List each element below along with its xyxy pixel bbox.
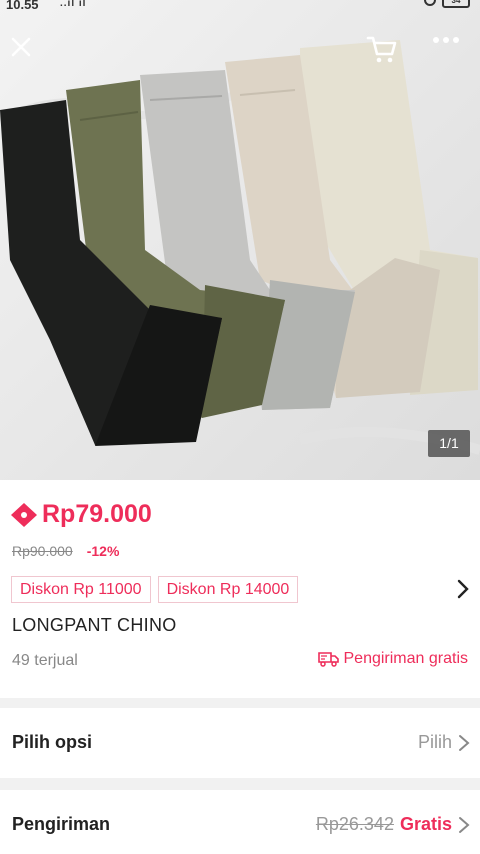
shipping-original-cost: Rp26.342	[315, 814, 394, 834]
more-options-button[interactable]	[432, 36, 474, 72]
chevron-right-icon	[459, 816, 470, 833]
chevron-right-icon	[459, 734, 470, 751]
cart-icon	[366, 36, 397, 63]
status-time: 10.55	[6, 0, 39, 12]
product-price: Rp79.000	[42, 500, 152, 528]
cart-button[interactable]	[366, 34, 408, 74]
voucher-badge[interactable]: Diskon Rp 11000	[11, 576, 151, 603]
variant-option-select: Pilih	[417, 732, 452, 752]
original-price-row: Rp90.000 -12%	[12, 543, 119, 559]
original-price: Rp90.000	[12, 543, 73, 559]
discount-percent: -12%	[86, 543, 120, 559]
product-info-card: Rp79.000 Rp90.000 -12% Diskon Rp 11000 D…	[0, 480, 480, 698]
product-title: LONGPANT CHINO	[12, 615, 177, 635]
close-button[interactable]	[10, 36, 48, 74]
variant-option-action[interactable]: Pilih	[418, 732, 470, 753]
voucher-list[interactable]: Diskon Rp 11000 Diskon Rp 14000	[11, 576, 299, 603]
truck-icon	[317, 652, 339, 667]
image-counter: 1/1	[428, 430, 470, 457]
product-image[interactable]: 1/1	[0, 0, 480, 480]
free-shipping-text: Pengiriman gratis	[343, 650, 469, 667]
voucher-badge[interactable]: Diskon Rp 14000	[157, 576, 299, 603]
signal-icon: ..ıl ıl	[60, 0, 87, 9]
free-shipping-label[interactable]: Pengiriman gratis	[317, 650, 469, 668]
status-bar: 10.55 ..ıl ıl 34	[0, 0, 480, 14]
alarm-icon	[424, 0, 436, 6]
chevron-right-icon	[457, 579, 469, 599]
close-icon	[11, 37, 31, 57]
pants-photo	[0, 0, 480, 480]
variant-option-row[interactable]: Pilih opsi Pilih	[0, 708, 480, 778]
shipping-cost[interactable]: Rp26.342 Gratis	[316, 814, 470, 835]
price-tag-icon	[11, 502, 37, 527]
battery-icon: 34	[442, 0, 470, 8]
shipping-free-label: Gratis	[399, 814, 452, 834]
shipping-row[interactable]: Pengiriman Rp26.342 Gratis	[0, 790, 480, 854]
more-icon	[433, 37, 459, 43]
voucher-more-button[interactable]	[456, 579, 470, 604]
price-row: Rp79.000	[10, 500, 152, 529]
sold-count: 49 terjual	[12, 652, 78, 669]
variant-option-label: Pilih opsi	[12, 732, 93, 752]
shipping-label: Pengiriman	[12, 814, 111, 834]
